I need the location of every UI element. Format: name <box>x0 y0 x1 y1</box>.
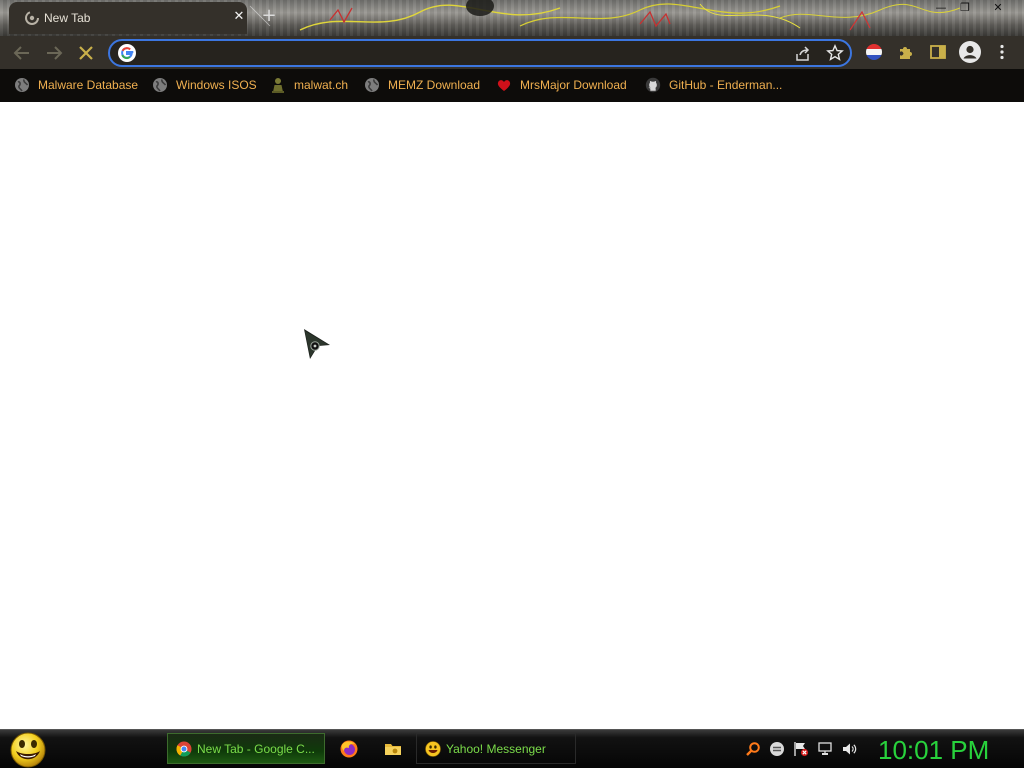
taskbar: New Tab - Google C... Yahoo! Messenger 1… <box>0 729 1024 768</box>
share-icon[interactable] <box>794 45 812 63</box>
action-center-flag-icon[interactable] <box>793 741 809 757</box>
bookmarks-bar: Malware Database Windows ISOS malwat.ch … <box>0 69 1024 102</box>
more-menu-icon[interactable] <box>992 42 1012 62</box>
new-tab-button[interactable]: + <box>260 7 278 25</box>
bookmark-label: Windows ISOS <box>176 78 257 92</box>
profile-flag-icon[interactable] <box>864 42 884 62</box>
bookmark-label: malwat.ch <box>294 78 349 92</box>
search-icon[interactable] <box>745 741 761 757</box>
bookmark-malware-database[interactable]: Malware Database <box>14 75 138 95</box>
taskbar-clock[interactable]: 10:01 PM <box>878 733 1018 767</box>
forward-button[interactable] <box>42 41 66 65</box>
bookmark-label: MEMZ Download <box>388 78 481 92</box>
puzzle-piece-icon[interactable] <box>896 42 916 62</box>
globe-icon <box>153 78 167 92</box>
globe-icon <box>15 78 29 92</box>
folder-icon[interactable] <box>383 739 403 759</box>
taskbar-button-chrome[interactable]: New Tab - Google C... <box>167 733 325 764</box>
browser-toolbar <box>0 36 1024 69</box>
bookmark-malwatch[interactable]: malwat.ch <box>270 75 348 95</box>
taskbar-button-label: Yahoo! Messenger <box>446 741 546 756</box>
address-bar[interactable] <box>108 39 852 67</box>
bookmark-label: GitHub - Enderman... <box>669 78 783 92</box>
firefox-icon[interactable] <box>339 739 359 759</box>
page-content-blank[interactable] <box>0 102 1024 729</box>
bookmark-label: MrsMajor Download <box>520 78 627 92</box>
window-close-button[interactable]: ✕ <box>983 0 1013 16</box>
desktop-screen: New Tab ✕ + — ❐ ✕ Malware Database Windo… <box>0 0 1024 768</box>
bookmark-windows-isos[interactable]: Windows ISOS <box>152 75 257 95</box>
loading-spinner-icon <box>25 11 39 25</box>
yahoo-smiley-icon <box>425 740 441 757</box>
start-button-smiley-icon[interactable] <box>8 732 48 768</box>
taskbar-button-yahoo-messenger[interactable]: Yahoo! Messenger <box>416 733 576 764</box>
bookmark-label: Malware Database <box>38 78 139 92</box>
globe-icon <box>365 78 379 92</box>
omnibox-input[interactable] <box>144 44 784 62</box>
tab-new-tab[interactable]: New Tab ✕ <box>9 2 247 34</box>
bookmark-star-icon[interactable] <box>826 44 844 62</box>
network-icon[interactable] <box>817 741 833 757</box>
chrome-icon <box>176 741 192 757</box>
stop-loading-button[interactable] <box>74 41 98 65</box>
tab-title: New Tab <box>44 11 91 25</box>
restore-button[interactable]: ❐ <box>950 0 980 16</box>
bookmark-github-enderman[interactable]: GitHub - Enderman... <box>645 75 782 95</box>
github-icon <box>645 77 661 93</box>
taskbar-button-label: New Tab - Google C... <box>197 741 315 756</box>
mouse-cursor-icon <box>304 329 330 359</box>
back-button[interactable] <box>10 41 34 65</box>
browser-tabstrip: New Tab ✕ + — ❐ ✕ <box>0 0 1024 36</box>
volume-icon[interactable] <box>841 741 857 757</box>
heart-icon <box>497 80 511 91</box>
tab-close-button[interactable]: ✕ <box>231 9 247 25</box>
bookmark-mrsmajor-download[interactable]: MrsMajor Download <box>496 75 627 95</box>
google-g-icon <box>118 44 136 62</box>
bookmark-memz-download[interactable]: MEMZ Download <box>364 75 480 95</box>
side-panel-icon[interactable] <box>928 42 948 62</box>
account-icon[interactable] <box>958 40 982 64</box>
malwatch-icon <box>272 78 284 93</box>
messenger-icon[interactable] <box>769 741 785 757</box>
